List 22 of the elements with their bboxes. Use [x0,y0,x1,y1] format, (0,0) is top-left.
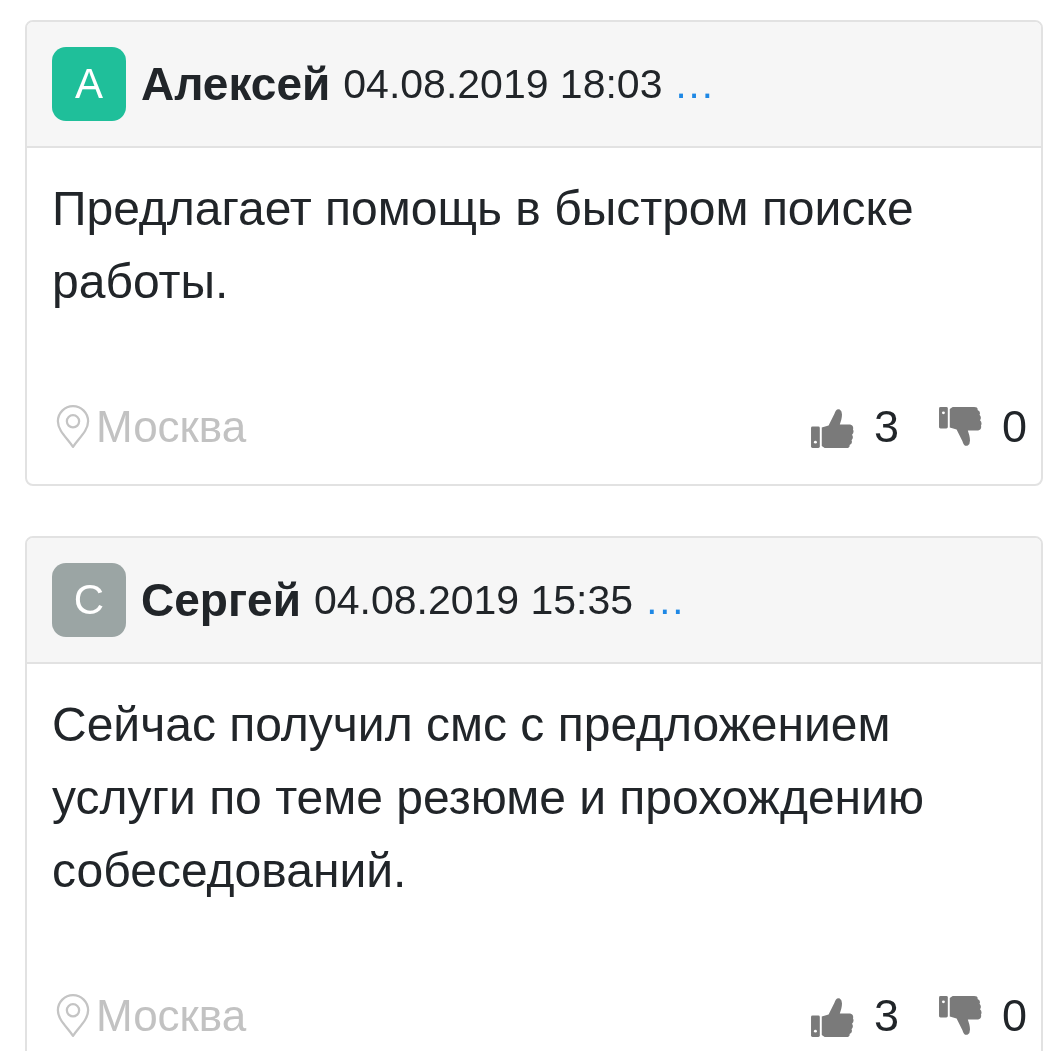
author-name: Алексей [141,57,331,111]
like-count: 3 [873,401,899,453]
avatar: А [52,47,126,121]
dislike-count: 0 [1001,401,1027,453]
more-button[interactable]: ... [675,61,715,107]
comment-date: 04.08.2019 18:03 [343,60,663,108]
location-text: Москва [96,402,247,452]
thumbs-up-icon[interactable] [810,406,854,448]
more-button[interactable]: ... [646,577,686,623]
location-pin-icon [56,405,90,449]
like-count: 3 [873,990,899,1042]
dislike-count: 0 [1001,990,1027,1042]
comment-date: 04.08.2019 15:35 [313,576,634,624]
comment-text: Предлагает помощь в быстром поиске работы. [52,181,915,310]
author-name: Сергей [141,573,301,627]
thumbs-down-icon[interactable] [938,995,982,1037]
comment-text: Сейчас получил смс с предложением услуги по теме резюме и прохождению собеседований. [52,697,925,899]
thumbs-up-icon[interactable] [810,995,854,1037]
location-pin-icon [56,994,90,1038]
thumbs-down-icon[interactable] [938,406,982,448]
location-text: Москва [96,991,247,1041]
avatar: С [52,563,126,637]
